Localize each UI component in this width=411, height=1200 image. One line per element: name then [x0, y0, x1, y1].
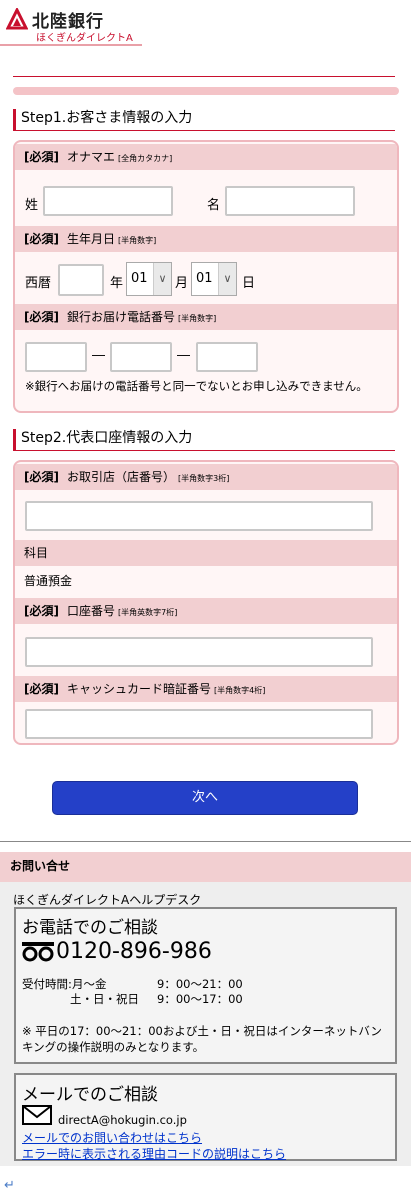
hours-label: 受付時間:	[22, 977, 72, 991]
month-label: 月	[175, 276, 189, 291]
sei-input[interactable]	[43, 186, 173, 216]
birth-label: 生年月日	[66, 232, 115, 246]
branch-input[interactable]	[25, 501, 373, 531]
mail-inquiry-link[interactable]: メールでのお問い合わせはこちら	[22, 1129, 202, 1146]
required-mark: [必須]	[24, 150, 59, 164]
subject-row-header: 科目	[15, 540, 397, 566]
phone-last-input[interactable]	[196, 342, 258, 372]
free-dial-icon	[22, 942, 54, 962]
account-label: 口座番号	[66, 604, 115, 618]
envelope-icon	[22, 1105, 52, 1125]
account-note: [半角英数字7桁]	[118, 608, 178, 617]
year-label: 年	[110, 276, 124, 291]
customer-info-card: [必須] オナマエ [全角カタカナ] 姓 名 [必須] 生年月日 [半角数字] 西暦 年…	[13, 140, 399, 413]
error-code-link[interactable]: エラー時に表示される理由コードの説明はこちら	[22, 1145, 286, 1162]
step1-title: Step1.お客さま情報の入力	[13, 109, 395, 131]
branch-note: [半角数字3桁]	[178, 474, 230, 483]
phone-middle-input[interactable]	[110, 342, 172, 372]
phone-row-header: [必須] 銀行お届け電話番号 [半角数字]	[15, 304, 397, 330]
phone-notice: ※銀行へお届けの電話番号と同一でないとお申し込みできません。	[25, 379, 368, 393]
phone-consult-box: お電話でのご相談 0120-896-986 受付時間: 月～金 9：00～21：…	[14, 907, 397, 1064]
month-value: 01	[131, 271, 148, 286]
day-value: 01	[196, 271, 213, 286]
chevron-down-icon: ∨	[218, 263, 236, 295]
mail-consult-box: メールでのご相談 directA@hokugin.co.jp メールでのお問い合…	[14, 1073, 397, 1161]
phone-note: ※ 平日の17：00～21：00および土・日・祝日はインターネットバンキングの操…	[22, 1024, 382, 1054]
header-underline	[0, 44, 142, 46]
branch-label: お取引店（店番号）	[66, 470, 175, 484]
required-mark: [必須]	[24, 310, 59, 324]
footer-divider	[0, 841, 411, 842]
next-button[interactable]: 次へ	[52, 781, 358, 815]
pin-row-header: [必須] キャッシュカード暗証番号 [半角数字4桁]	[15, 676, 397, 702]
account-row-header: [必須] 口座番号 [半角英数字7桁]	[15, 598, 397, 624]
weekday-hours: 9：00～21：00	[157, 977, 243, 991]
required-mark: [必須]	[24, 682, 59, 696]
separator-line	[13, 76, 395, 77]
service-name: ほくぎんダイレクトA	[36, 33, 133, 44]
required-mark: [必須]	[24, 604, 59, 618]
era-label: 西暦	[25, 276, 52, 291]
subject-value: 普通預金	[24, 574, 73, 588]
name-label: オナマエ	[66, 150, 115, 164]
branch-row-header: [必須] お取引店（店番号） [半角数字3桁]	[15, 464, 397, 490]
weekend-label: 土・日・祝日	[70, 992, 139, 1006]
birth-row-header: [必須] 生年月日 [半角数字]	[15, 226, 397, 252]
phone-box-title: お電話でのご相談	[22, 918, 158, 938]
phone-area-input[interactable]	[25, 342, 87, 372]
page-header: 北陸銀行 ほくぎんダイレクトA	[0, 0, 411, 48]
birth-note: [半角数字]	[118, 236, 157, 245]
mei-input[interactable]	[225, 186, 355, 216]
help-desk-name: ほくぎんダイレクトAヘルプデスク	[13, 893, 202, 907]
birth-year-input[interactable]	[58, 264, 104, 296]
phone-dash: ―	[177, 348, 190, 363]
name-note: [全角カタカナ]	[118, 154, 173, 163]
subject-label: 科目	[24, 546, 49, 560]
birth-day-select[interactable]: 01 ∨	[191, 262, 237, 296]
required-mark: [必須]	[24, 232, 59, 246]
weekday-label: 月～金	[72, 977, 107, 991]
email-address: directA@hokugin.co.jp	[58, 1113, 187, 1127]
sei-label: 姓	[25, 198, 39, 213]
phone-number[interactable]: 0120-896-986	[56, 939, 212, 964]
chevron-down-icon: ∨	[153, 263, 171, 295]
name-row-header: [必須] オナマエ [全角カタカナ]	[15, 144, 397, 170]
weekend-hours: 9：00～17：00	[157, 992, 243, 1006]
required-mark: [必須]	[24, 470, 59, 484]
progress-bar	[13, 87, 399, 95]
birth-month-select[interactable]: 01 ∨	[126, 262, 172, 296]
account-number-input[interactable]	[25, 637, 373, 667]
mail-box-title: メールでのご相談	[22, 1085, 158, 1105]
bank-logo-icon	[6, 8, 28, 30]
phone-label: 銀行お届け電話番号	[66, 310, 175, 324]
pin-note: [半角数字4桁]	[214, 686, 266, 695]
account-info-card: [必須] お取引店（店番号） [半角数字3桁] 科目 普通預金 [必須] 口座番号 [半…	[13, 460, 399, 745]
day-label: 日	[242, 276, 256, 291]
pin-label: キャッシュカード暗証番号	[66, 682, 211, 696]
phone-note: [半角数字]	[178, 314, 217, 323]
pin-input[interactable]	[25, 709, 373, 739]
phone-dash: ―	[92, 348, 105, 363]
mei-label: 名	[207, 198, 221, 213]
return-icon: ↵	[4, 1178, 15, 1193]
step2-title: Step2.代表口座情報の入力	[13, 429, 395, 451]
contact-heading: お問い合せ	[0, 852, 411, 882]
